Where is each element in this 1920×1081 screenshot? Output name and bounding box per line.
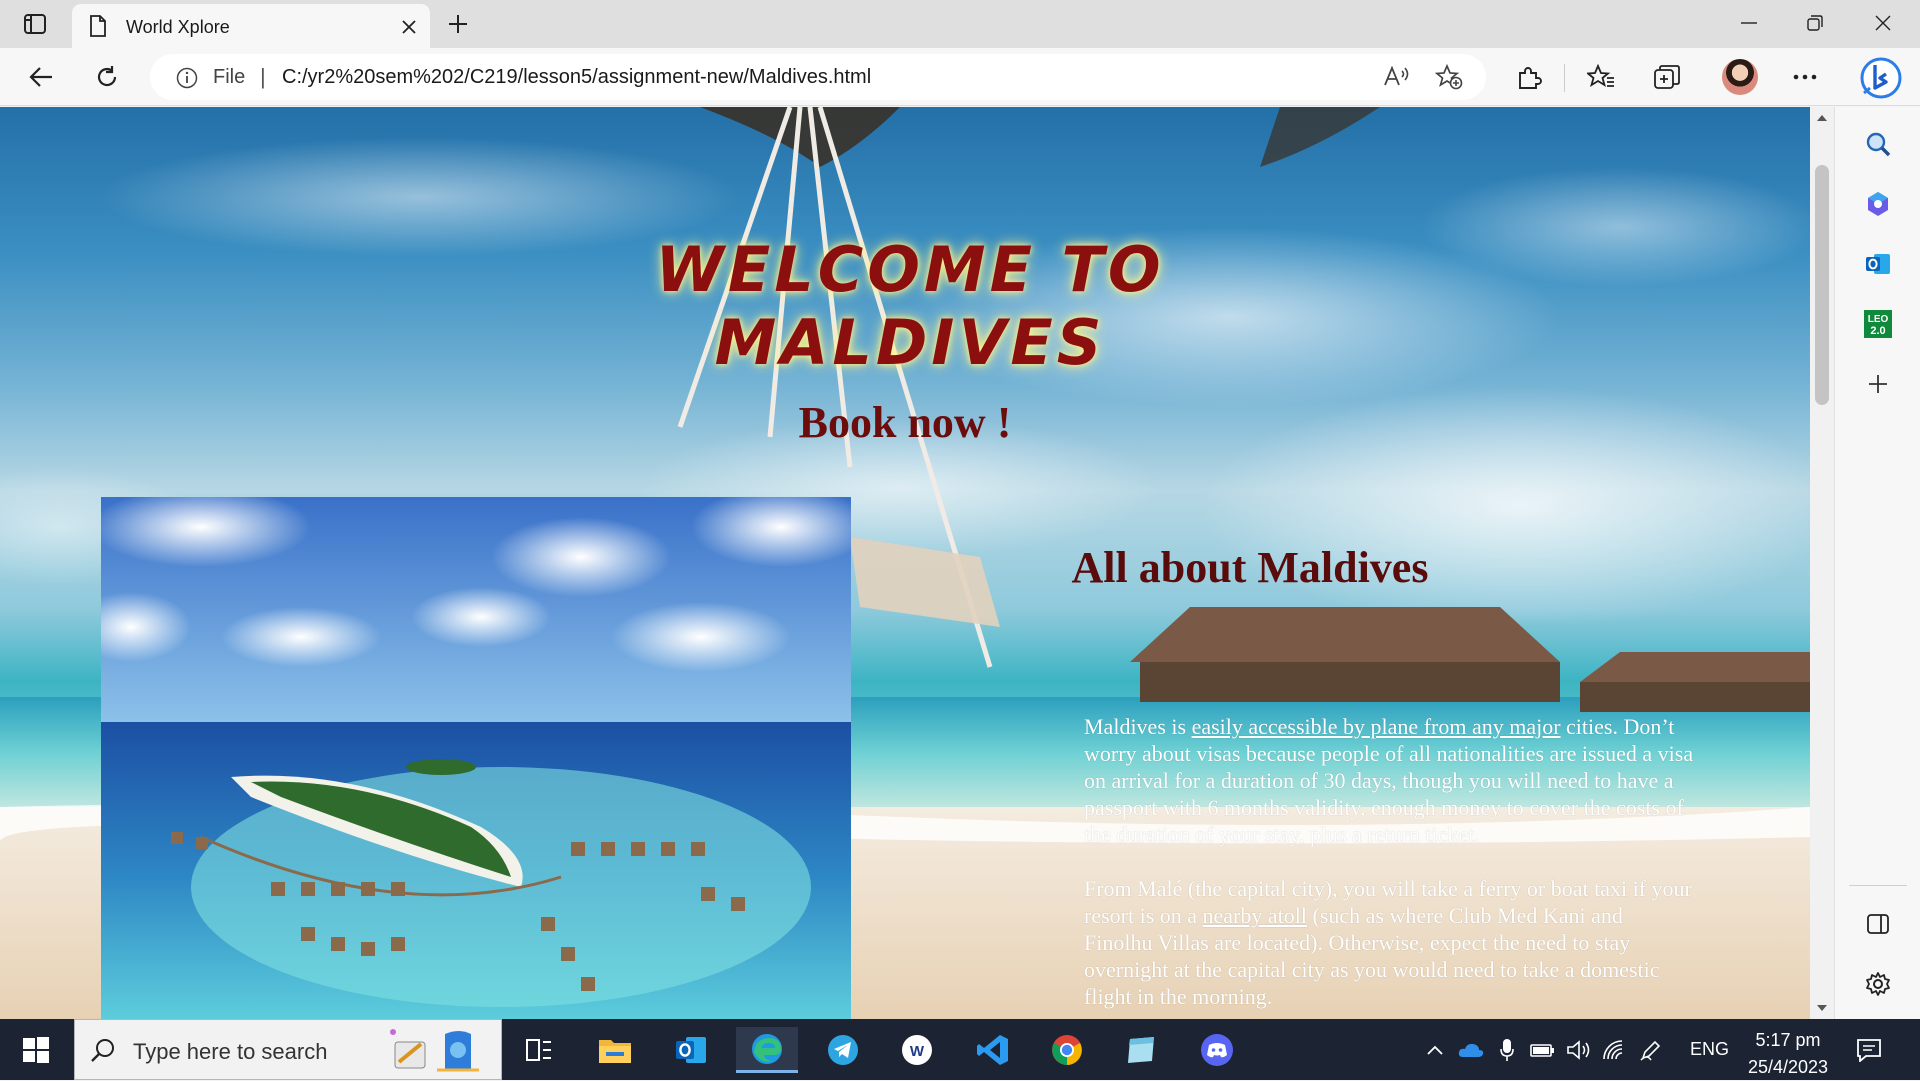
onedrive-icon[interactable]	[1458, 1037, 1484, 1063]
sidebar-toggle-icon[interactable]	[1857, 903, 1899, 945]
telegram-icon[interactable]	[812, 1027, 874, 1073]
book-now-link[interactable]: Book now !	[760, 397, 1050, 448]
about-text: Maldives is easily accessible by plane f…	[1084, 713, 1694, 1019]
svg-text:W: W	[910, 1043, 925, 1060]
about-paragraph-1: Maldives is easily accessible by plane f…	[1084, 713, 1694, 848]
tab-title: World Xplore	[126, 17, 230, 37]
tab-strip: World Xplore	[0, 0, 1920, 48]
chevron-up-icon[interactable]	[1422, 1037, 1448, 1063]
about-heading: All about Maldives	[1071, 543, 1429, 592]
about-paragraph-2: From Malé (the capital city), you will t…	[1084, 875, 1694, 1010]
puzzle-icon[interactable]	[1510, 59, 1548, 95]
notes-icon[interactable]	[1110, 1027, 1172, 1073]
file-explorer-icon[interactable]	[584, 1027, 646, 1073]
page-viewport: WELCOME TO MALDIVES Book now ! All about…	[0, 107, 1810, 1019]
taskbar-search-placeholder: Type here to search	[133, 1039, 328, 1064]
maldives-aerial-image	[101, 497, 851, 1019]
battery-icon[interactable]	[1530, 1037, 1556, 1063]
restore-icon[interactable]	[1782, 0, 1848, 46]
url-text[interactable]: C:/yr2%20sem%202/C219/lesson5/assignment…	[282, 66, 871, 89]
minimize-icon[interactable]	[1716, 0, 1782, 46]
address-separator: |	[260, 64, 266, 89]
collections-icon[interactable]	[1648, 59, 1686, 95]
nearby-atoll-link[interactable]: nearby atoll	[1203, 903, 1307, 928]
avatar[interactable]	[1722, 59, 1758, 95]
search-highlight-icon	[385, 1024, 495, 1076]
windows-taskbar: Type here to search W ENG 5:17 pm 25/4/2…	[0, 1019, 1920, 1080]
read-aloud-icon[interactable]	[1382, 63, 1412, 91]
close-window-icon[interactable]	[1850, 0, 1916, 46]
clock-date: 25/4/2023	[1747, 1057, 1829, 1077]
more-icon[interactable]	[1786, 59, 1824, 95]
accessible-link[interactable]: easily accessible by plane from any majo…	[1192, 714, 1561, 739]
add-icon[interactable]	[1857, 363, 1899, 405]
page-title: WELCOME TO MALDIVES	[655, 233, 1165, 379]
copilot-icon[interactable]	[1857, 183, 1899, 225]
pen-icon[interactable]	[1638, 1037, 1664, 1063]
add-favorite-icon[interactable]	[1434, 63, 1464, 91]
edge-icon[interactable]	[736, 1027, 798, 1073]
new-tab-icon[interactable]	[442, 8, 474, 40]
clock[interactable]: 5:17 pm 25/4/2023	[1738, 1027, 1838, 1081]
language-indicator[interactable]: ENG	[1690, 1039, 1729, 1060]
notifications-icon[interactable]	[1852, 1035, 1886, 1065]
svg-text:LEO: LEO	[1868, 314, 1889, 325]
word-app-icon[interactable]: W	[886, 1027, 948, 1073]
vertical-scrollbar[interactable]	[1810, 107, 1834, 1019]
leo-icon[interactable]: LEO 2.0	[1857, 303, 1899, 345]
sidebar-divider	[1849, 885, 1907, 886]
microphone-icon[interactable]	[1494, 1037, 1520, 1063]
back-arrow-icon[interactable]	[22, 59, 60, 95]
outlook-icon[interactable]	[1857, 243, 1899, 285]
windows-start-icon[interactable]	[14, 1031, 58, 1069]
settings-icon[interactable]	[1857, 963, 1899, 1005]
taskbar-search-box[interactable]: Type here to search	[74, 1019, 502, 1080]
search-icon[interactable]	[1857, 123, 1899, 165]
page-icon	[88, 15, 108, 37]
toolbar-divider	[1564, 64, 1565, 92]
address-scheme: File	[213, 66, 246, 88]
outlook-icon[interactable]	[660, 1027, 722, 1073]
svg-text:2.0: 2.0	[1870, 325, 1885, 337]
about-paragraph-1-start: Maldives is	[1084, 714, 1192, 739]
discord-icon[interactable]	[1186, 1027, 1248, 1073]
wifi-icon[interactable]	[1602, 1037, 1628, 1063]
search-icon	[89, 1036, 117, 1064]
vscode-icon[interactable]	[962, 1027, 1024, 1073]
scrollbar-thumb[interactable]	[1815, 165, 1829, 405]
browser-toolbar: File | C:/yr2%20sem%202/C219/lesson5/ass…	[0, 48, 1920, 106]
edge-sidebar: LEO 2.0	[1834, 107, 1920, 1019]
chrome-icon[interactable]	[1036, 1027, 1098, 1073]
close-tab-icon[interactable]	[394, 12, 424, 42]
info-icon[interactable]	[176, 67, 198, 89]
favorites-icon[interactable]	[1582, 59, 1620, 95]
volume-icon[interactable]	[1566, 1037, 1592, 1063]
clock-time: 5:17 pm	[1755, 1030, 1821, 1050]
scroll-up-icon[interactable]	[1815, 113, 1829, 123]
scroll-down-icon[interactable]	[1815, 1003, 1829, 1013]
bing-icon[interactable]	[1856, 54, 1906, 102]
browser-tab[interactable]: World Xplore	[72, 4, 430, 48]
task-view-icon[interactable]	[508, 1027, 570, 1073]
refresh-icon[interactable]	[88, 59, 126, 95]
address-bar[interactable]: File | C:/yr2%20sem%202/C219/lesson5/ass…	[150, 54, 1486, 100]
tab-actions-icon[interactable]	[14, 9, 56, 39]
